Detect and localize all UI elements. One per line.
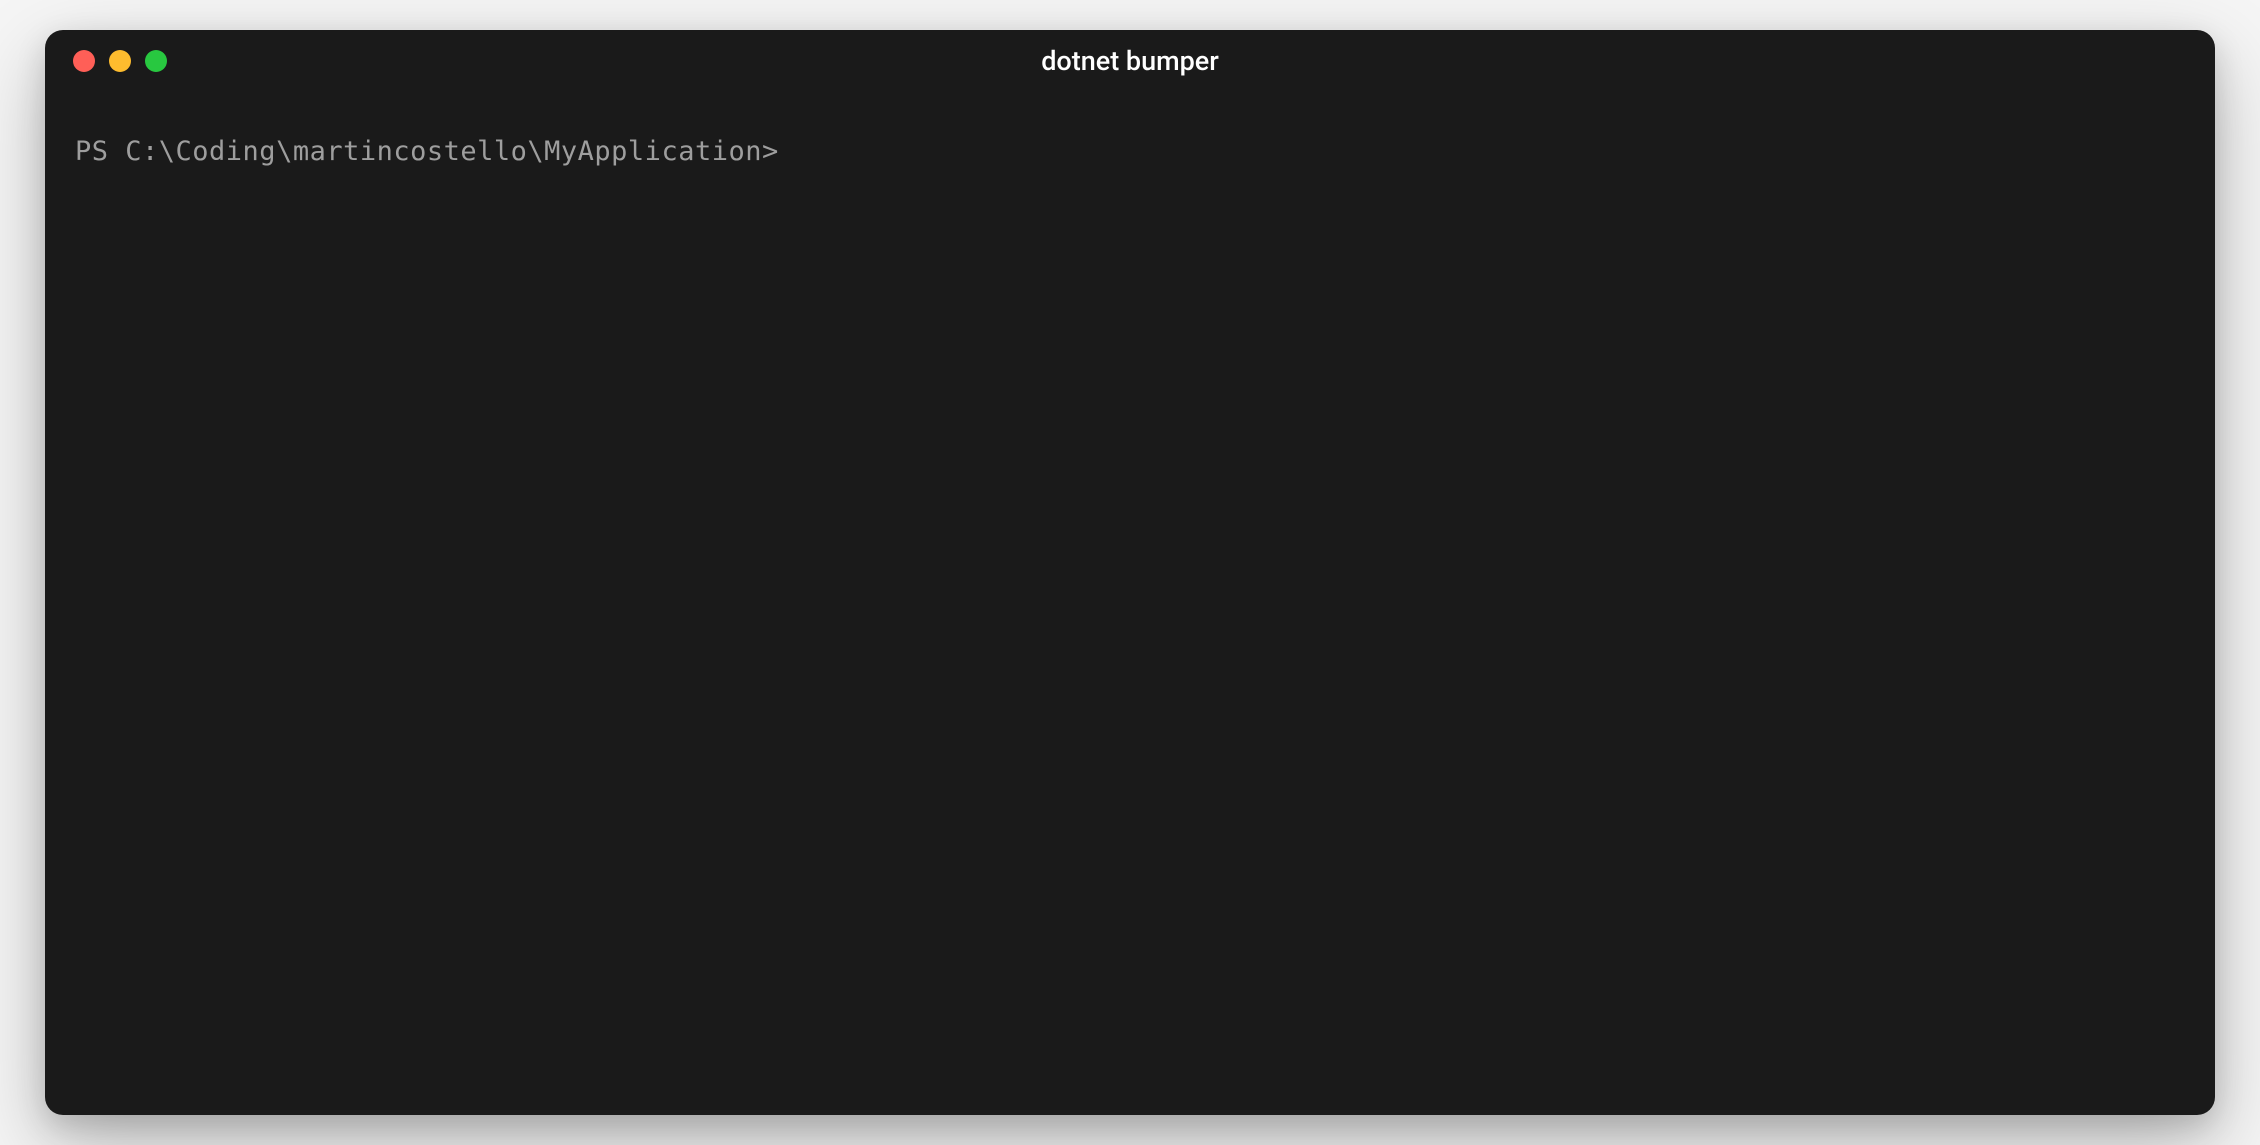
terminal-body[interactable]: PS C:\Coding\martincostello\MyApplicatio… bbox=[45, 92, 2215, 1115]
title-bar: dotnet bumper bbox=[45, 30, 2215, 92]
prompt-line: PS C:\Coding\martincostello\MyApplicatio… bbox=[75, 132, 2185, 173]
close-button[interactable] bbox=[73, 50, 95, 72]
terminal-window: dotnet bumper PS C:\Coding\martincostell… bbox=[45, 30, 2215, 1115]
maximize-button[interactable] bbox=[145, 50, 167, 72]
terminal-input[interactable] bbox=[785, 136, 2185, 167]
minimize-button[interactable] bbox=[109, 50, 131, 72]
traffic-lights bbox=[73, 50, 167, 72]
window-title: dotnet bumper bbox=[1041, 45, 1219, 77]
prompt-text: PS C:\Coding\martincostello\MyApplicatio… bbox=[75, 132, 779, 173]
